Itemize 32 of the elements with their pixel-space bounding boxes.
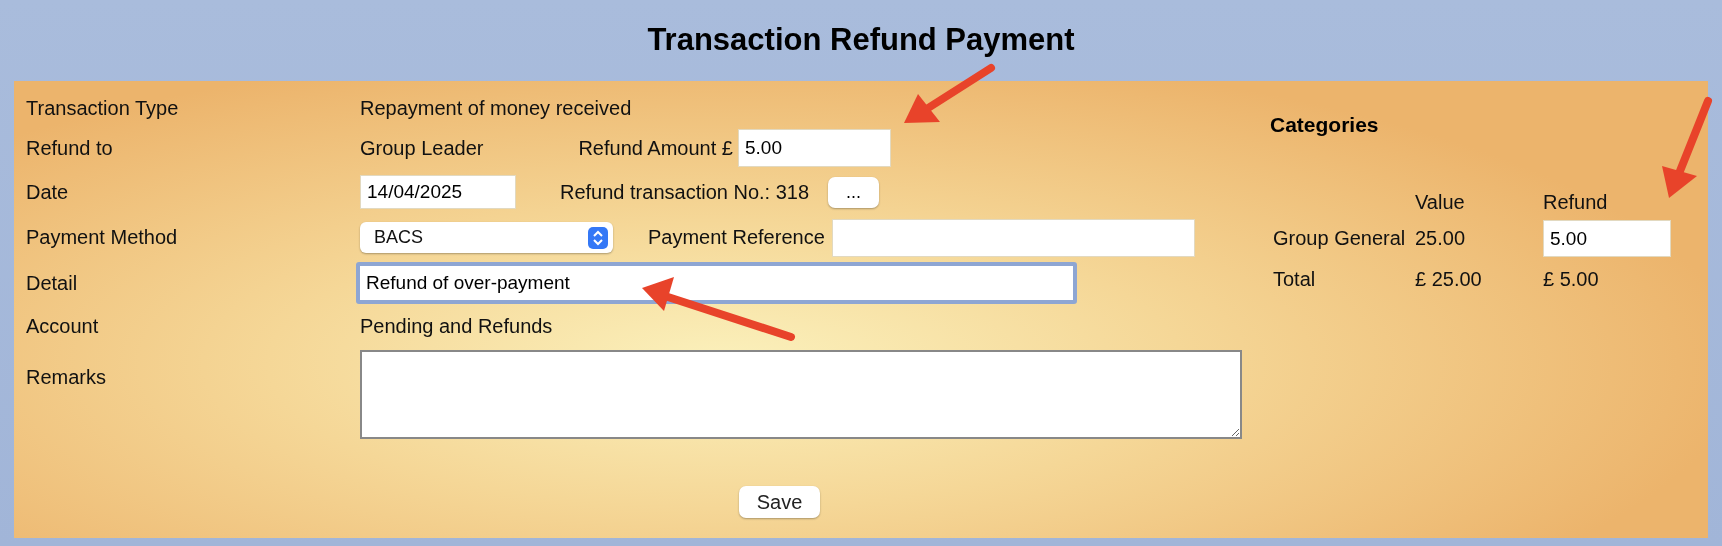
field-label: Account bbox=[25, 314, 100, 338]
field-label: Remarks bbox=[25, 365, 107, 389]
field-label: Payment Reference bbox=[648, 226, 825, 249]
field-label: Transaction Type bbox=[25, 96, 180, 120]
field-value: Repayment of money received bbox=[360, 96, 632, 120]
text-field[interactable]: Refund of over-payment bbox=[356, 262, 1077, 304]
table-cell-text: Group General bbox=[1273, 227, 1407, 250]
stepper-icon bbox=[588, 226, 608, 249]
field-value: Group Leader bbox=[360, 136, 484, 160]
field-label: Refund transaction No.: 318 bbox=[560, 180, 810, 204]
save-button[interactable]: Save bbox=[739, 486, 820, 518]
table-cell-text: Total bbox=[1273, 268, 1317, 291]
field-label: Refund Amount £ bbox=[578, 136, 733, 160]
page-title: Transaction Refund Payment bbox=[647, 20, 1075, 59]
field-label: Payment Method bbox=[25, 226, 179, 249]
dropdown[interactable]: BACS bbox=[360, 222, 613, 253]
text-field[interactable] bbox=[831, 218, 1195, 257]
remarks-field[interactable] bbox=[360, 350, 1242, 439]
field-value: Pending and Refunds bbox=[360, 314, 553, 338]
text-field[interactable]: 5.00 bbox=[738, 129, 891, 167]
table-cell-text: £ 25.00 bbox=[1415, 268, 1483, 291]
column-header: Value bbox=[1415, 191, 1466, 215]
field-label: Refund to bbox=[25, 136, 114, 160]
section-title: Categories bbox=[1270, 113, 1379, 137]
field-label: Detail bbox=[25, 271, 79, 295]
column-header: Refund bbox=[1543, 191, 1609, 215]
more-button[interactable]: ... bbox=[828, 176, 880, 208]
field-label: Date bbox=[25, 180, 70, 204]
refund-field[interactable]: 5.00 bbox=[1543, 220, 1671, 257]
text-field[interactable]: 14/04/2025 bbox=[360, 175, 516, 209]
table-cell-text: £ 5.00 bbox=[1543, 268, 1600, 291]
table-cell-text: 25.00 bbox=[1415, 227, 1467, 250]
